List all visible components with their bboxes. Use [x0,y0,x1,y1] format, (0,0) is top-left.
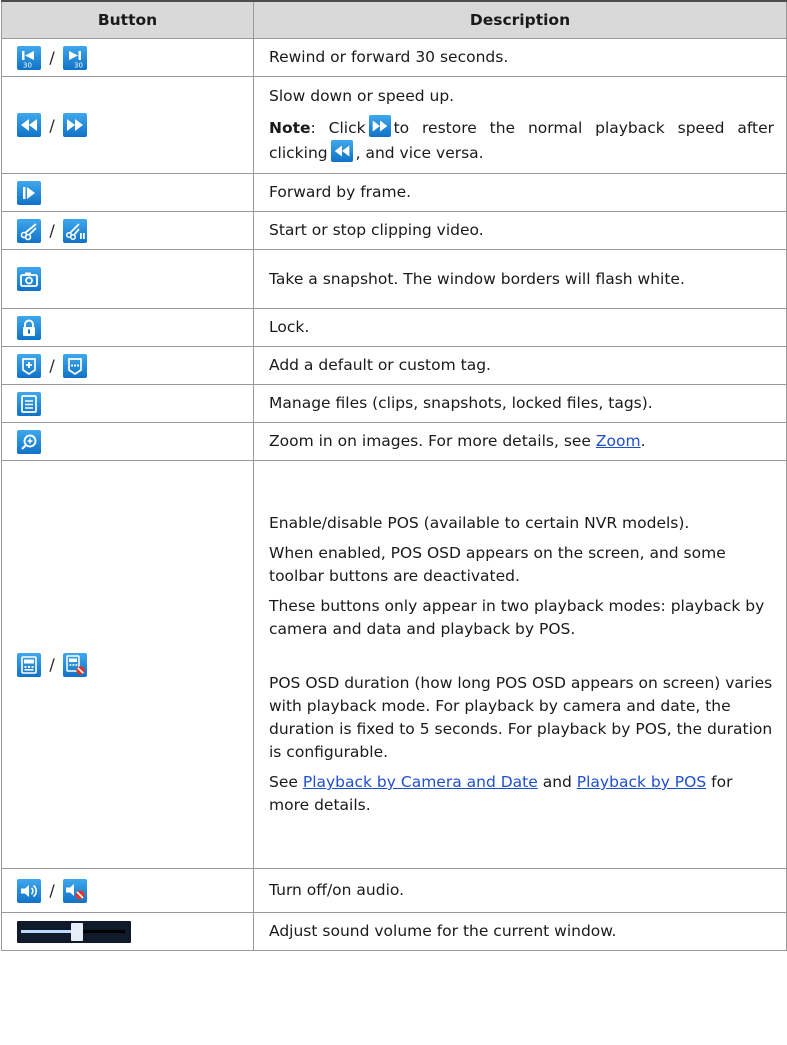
icon-separator: / [49,115,55,135]
button-cell: / [1,76,254,174]
row-description: When enabled, POS OSD appears on the scr… [269,544,726,585]
table-row: Lock. [1,308,787,347]
button-cell [1,912,254,951]
table-row: Forward by frame. [1,173,787,212]
see-also-text: and [537,773,577,791]
column-header-description: Description [253,0,787,39]
description-cell: Slow down or speed up. Note: Click to res… [253,76,787,174]
icon-separator: / [49,48,55,67]
table-row: / Start or stop clipping video. [1,211,787,250]
button-cell [1,308,254,347]
icon-separator: / [49,881,55,900]
button-cell: / [1,868,254,913]
row-description: Take a snapshot. The window borders will… [269,269,685,288]
button-cell [1,384,254,423]
row-description: Forward by frame. [269,183,412,201]
table-row: Manage files (clips, snapshots, locked f… [1,384,787,423]
pos-disable-icon [63,652,88,677]
volume-slider-fill [21,929,71,933]
button-description-table: Button Description 30 / 30 Rewind or for… [1,0,787,951]
icon-separator: / [49,356,55,375]
slow-down-icon [330,140,353,162]
table-row: Take a snapshot. The window borders will… [1,249,787,309]
svg-text:30: 30 [23,61,32,69]
table-row: / Slow down or speed up. Note: Click to r… [1,76,787,174]
description-cell: Lock. [253,308,787,347]
button-cell: / [1,346,254,385]
description-cell: Adjust sound volume for the current wind… [253,912,787,951]
see-also-paragraph: See Playback by Camera and Date and Play… [269,771,774,817]
playback-by-camera-and-date-link[interactable]: Playback by Camera and Date [303,773,538,791]
row-description: Turn off/on audio. [269,881,405,899]
row-description: Add a default or custom tag. [269,356,491,374]
custom-tag-icon [63,353,88,378]
description-cell: Rewind or forward 30 seconds. [253,38,787,77]
volume-slider-knob[interactable] [71,922,83,941]
row-description: These buttons only appear in two playbac… [269,597,765,638]
button-cell [1,249,254,309]
table-row: Adjust sound volume for the current wind… [1,912,787,951]
volume-slider[interactable] [17,920,131,943]
table-row: / Turn off/on audio. [1,868,787,913]
description-cell: Add a default or custom tag. [253,346,787,385]
volume-slider-track [83,929,125,933]
row-description: Lock. [269,318,310,336]
pos-enable-icon [17,652,41,677]
forward-frame-icon [17,180,41,205]
row-description: Adjust sound volume for the current wind… [269,922,617,940]
camera-icon [17,267,41,291]
audio-off-icon [63,878,88,903]
button-cell [1,173,254,212]
start-clip-icon [17,218,41,243]
default-tag-icon [17,353,41,378]
description-cell: Turn off/on audio. [253,868,787,913]
description-cell: Manage files (clips, snapshots, locked f… [253,384,787,423]
table-row: / Enable/disable POS (available to certa… [1,460,787,869]
description-cell: Start or stop clipping video. [253,211,787,250]
description-cell: Take a snapshot. The window borders will… [253,249,787,309]
row-description: Slow down or speed up. [269,87,455,105]
zoom-icon [17,429,41,454]
see-also-text: See [269,773,303,791]
zoom-link[interactable]: Zoom [596,432,641,450]
forward-30-icon: 30 [63,45,88,70]
row-description: Enable/disable POS (available to certain… [269,514,690,532]
button-cell: / [1,460,254,869]
table-row: 30 / 30 Rewind or forward 30 seconds. [1,38,787,77]
button-cell [1,422,254,461]
audio-on-icon [17,878,41,903]
note-text: : Click [310,119,366,137]
row-description: POS OSD duration (how long POS OSD appea… [269,674,773,761]
file-manage-icon [17,391,41,416]
note-label: Note [269,119,311,137]
table-header-row: Button Description [1,0,787,39]
table-row: Zoom in on images. For more details, see… [1,422,787,461]
row-description: Rewind or forward 30 seconds. [269,48,509,66]
slow-down-icon [17,113,41,137]
description-cell: Enable/disable POS (available to certain… [253,460,787,869]
button-cell: / [1,211,254,250]
description-cell: Forward by frame. [253,173,787,212]
icon-separator: / [49,221,55,240]
note-text: , and vice versa. [355,144,484,162]
column-header-button: Button [1,0,254,39]
svg-text:30: 30 [74,61,83,69]
row-description: Zoom in on images. For more details, see [269,432,596,450]
speed-up-icon [368,115,391,137]
stop-clip-icon [63,218,88,243]
button-cell: 30 / 30 [1,38,254,77]
rewind-30-icon: 30 [17,45,41,70]
description-cell: Zoom in on images. For more details, see… [253,422,787,461]
row-description: Start or stop clipping video. [269,221,484,239]
icon-separator: / [49,655,55,674]
row-description-suffix: . [640,432,646,450]
table-row: / Add a default or custom tag. [1,346,787,385]
lock-icon [17,315,41,340]
note-paragraph: Note: Click to restore the normal playbac… [269,115,774,165]
speed-up-icon [63,113,88,137]
playback-by-pos-link[interactable]: Playback by POS [577,773,706,791]
row-description: Manage files (clips, snapshots, locked f… [269,394,653,412]
